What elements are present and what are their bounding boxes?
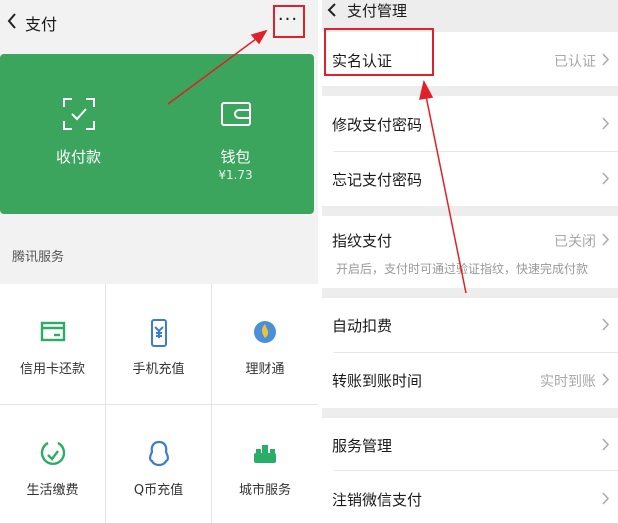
service-label: 城市服务 bbox=[238, 483, 291, 498]
row-description: 开启后，支付时可通过验证指纹，快速完成付款 bbox=[336, 262, 589, 276]
chevron-right-icon bbox=[602, 172, 610, 185]
service-credit-card[interactable]: 信用卡还款 bbox=[0, 284, 105, 404]
qcoin-icon bbox=[145, 439, 173, 473]
payment-header: 支付 ··· bbox=[0, 0, 318, 44]
scan-qr-icon bbox=[62, 97, 96, 135]
row-label: 修改支付密码 bbox=[332, 116, 423, 134]
row-value: 已关闭 bbox=[554, 234, 596, 250]
back-button[interactable] bbox=[326, 2, 338, 22]
deduction-group: 自动扣费 转账到账时间 实时到账 bbox=[322, 298, 618, 408]
service-group: 服务管理 注销微信支付 bbox=[322, 418, 618, 523]
row-label: 指纹支付 bbox=[332, 232, 393, 250]
service-wealth[interactable]: 理财通 bbox=[212, 284, 318, 404]
service-phone-recharge[interactable]: 手机充值 bbox=[106, 284, 211, 404]
service-label: 信用卡还款 bbox=[19, 362, 85, 377]
chevron-right-icon bbox=[602, 53, 610, 66]
chevron-right-icon bbox=[602, 373, 610, 386]
services-grid: 信用卡还款 手机充值 理财通 生活缴费 Q币充值 城市服务 bbox=[0, 284, 318, 523]
row-service-management[interactable]: 服务管理 bbox=[322, 418, 618, 470]
password-group: 修改支付密码 忘记支付密码 bbox=[322, 96, 618, 206]
payment-card: 收付款 钱包 ¥1.73 bbox=[0, 54, 314, 214]
row-transfer-time[interactable]: 转账到账时间 实时到账 bbox=[322, 353, 618, 408]
chevron-left-icon bbox=[327, 3, 336, 17]
chevron-right-icon bbox=[602, 492, 610, 505]
payment-management-screen: 支付管理 实名认证 已认证 修改支付密码 忘记支付密码 指纹支付 已关闭 开启后… bbox=[322, 0, 618, 523]
service-label: 理财通 bbox=[245, 362, 285, 377]
row-label: 服务管理 bbox=[332, 437, 393, 455]
phone-recharge-icon bbox=[145, 318, 173, 352]
annotation-box-realname bbox=[324, 28, 434, 76]
chevron-left-icon bbox=[7, 13, 16, 29]
service-label: Q币充值 bbox=[133, 483, 184, 498]
receive-pay-button[interactable]: 收付款 bbox=[0, 54, 157, 214]
row-fingerprint[interactable]: 指纹支付 已关闭 开启后，支付时可通过验证指纹，快速完成付款 bbox=[322, 216, 618, 288]
row-change-password[interactable]: 修改支付密码 bbox=[322, 96, 618, 151]
credit-card-icon bbox=[39, 318, 67, 350]
row-forgot-password[interactable]: 忘记支付密码 bbox=[322, 152, 618, 206]
row-label: 转账到账时间 bbox=[332, 372, 423, 390]
back-button[interactable] bbox=[6, 12, 18, 34]
service-city[interactable]: 城市服务 bbox=[212, 405, 318, 523]
service-life-payment[interactable]: 生活缴费 bbox=[0, 405, 105, 523]
payment-management-header: 支付管理 bbox=[322, 0, 618, 22]
chevron-right-icon bbox=[602, 438, 610, 451]
life-payment-icon bbox=[39, 439, 67, 473]
row-cancel-wechat-pay[interactable]: 注销微信支付 bbox=[322, 471, 618, 523]
page-title: 支付管理 bbox=[347, 2, 408, 20]
receive-pay-label: 收付款 bbox=[55, 148, 101, 166]
wealth-icon bbox=[251, 318, 279, 350]
row-value: 实时到账 bbox=[540, 374, 596, 390]
payment-screen: 支付 ··· 收付款 钱包 ¥1.73 腾讯服务 信用卡还款 手机充值 理财通 … bbox=[0, 0, 318, 523]
wallet-balance: ¥1.73 bbox=[218, 168, 253, 182]
city-service-icon bbox=[250, 439, 280, 471]
wallet-icon bbox=[219, 97, 253, 135]
wallet-button[interactable]: 钱包 ¥1.73 bbox=[157, 54, 314, 214]
chevron-right-icon bbox=[602, 233, 610, 246]
page-title: 支付 bbox=[25, 15, 58, 34]
wallet-label: 钱包 bbox=[220, 148, 251, 166]
chevron-right-icon bbox=[602, 318, 610, 331]
annotation-box-more bbox=[273, 5, 305, 38]
row-auto-deduct[interactable]: 自动扣费 bbox=[322, 298, 618, 352]
service-label: 手机充值 bbox=[132, 362, 185, 377]
row-label: 注销微信支付 bbox=[332, 491, 423, 509]
chevron-right-icon bbox=[602, 117, 610, 130]
row-label: 忘记支付密码 bbox=[332, 171, 423, 189]
row-label: 自动扣费 bbox=[332, 317, 393, 335]
section-title: 腾讯服务 bbox=[12, 250, 65, 265]
row-value: 已认证 bbox=[554, 54, 596, 70]
service-qcoin[interactable]: Q币充值 bbox=[106, 405, 211, 523]
service-label: 生活缴费 bbox=[26, 483, 79, 498]
